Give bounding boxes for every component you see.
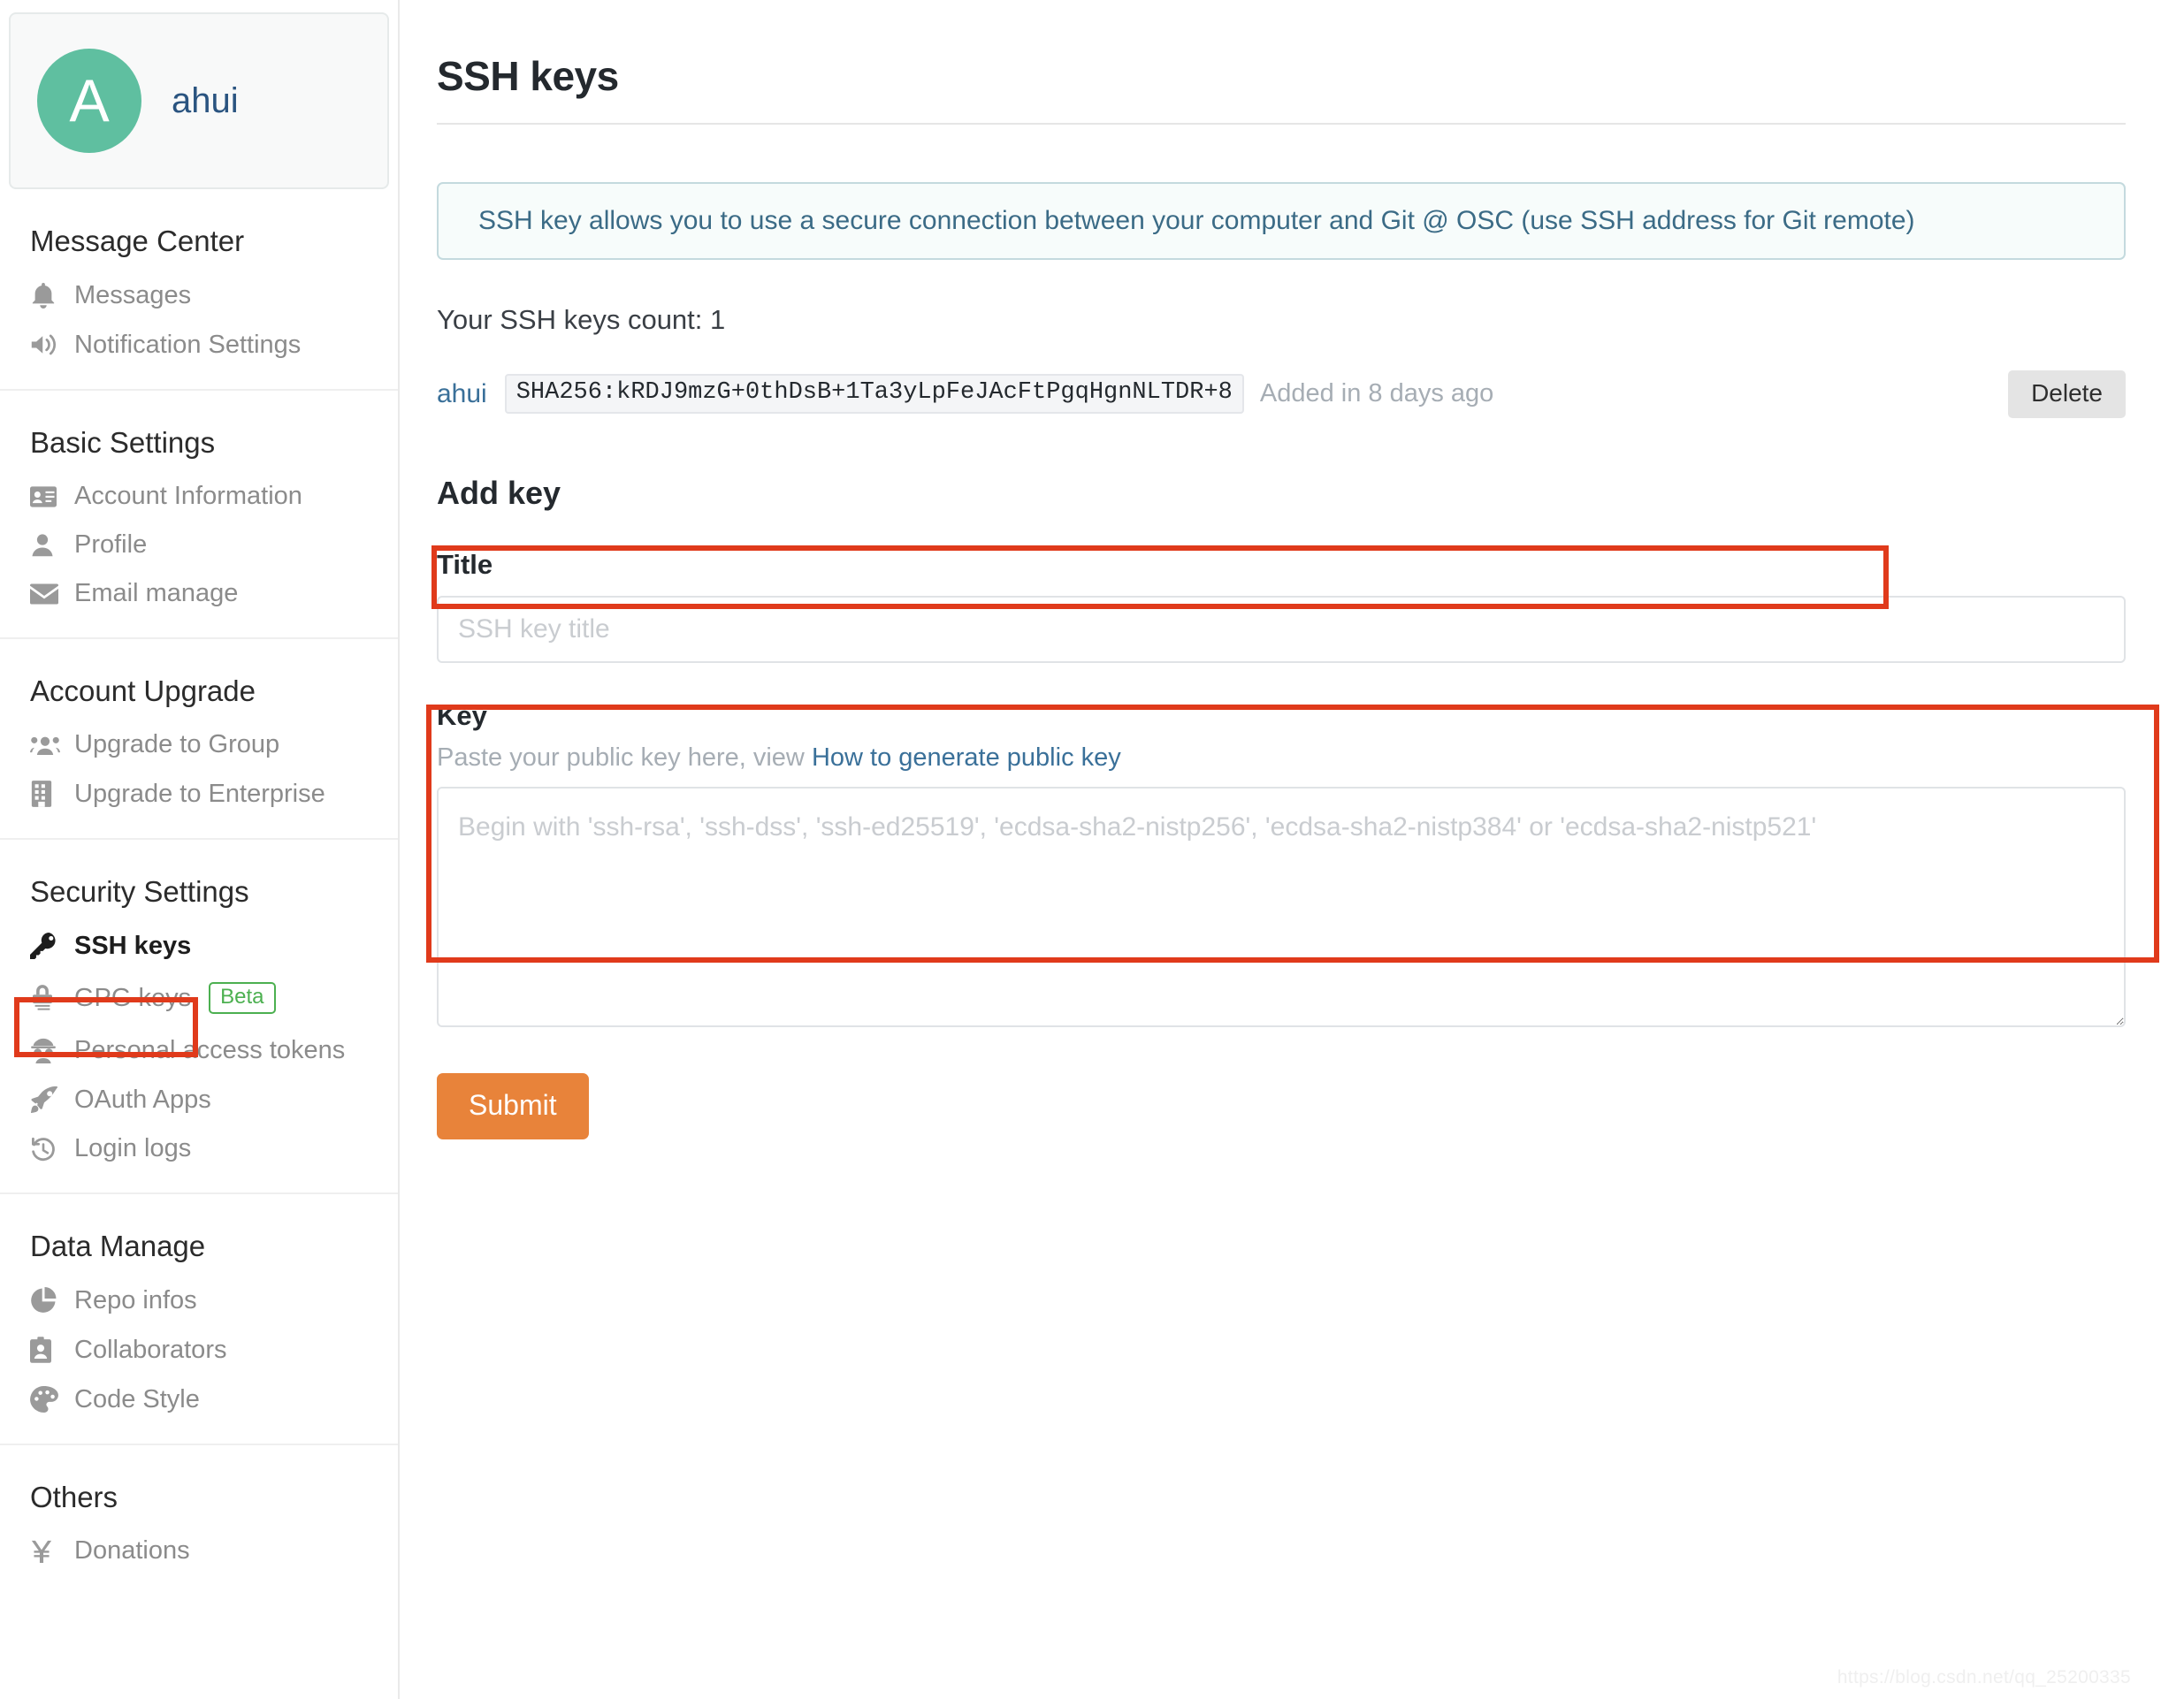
yen-icon <box>30 1539 65 1564</box>
sidebar-group-data-manage: Data Manage Repo infos Collaborators Code S… <box>0 1194 398 1445</box>
speaker-icon <box>30 331 65 358</box>
sidebar-group-security-settings: Security Settings SSH keys GPG keys Beta Per… <box>0 840 398 1194</box>
ssh-key-added-time: Added in 8 days ago <box>1259 379 1494 408</box>
keys-count: Your SSH keys count: 1 <box>437 303 726 335</box>
sidebar-item-label: Upgrade to Enterprise <box>74 779 325 808</box>
sidebar-group-title: Data Manage <box>30 1230 206 1262</box>
ssh-key-title-input[interactable] <box>437 595 2126 663</box>
history-icon <box>30 1137 65 1162</box>
sidebar-item-account-information[interactable]: Account Information <box>0 472 398 521</box>
rocket-icon <box>30 1086 65 1113</box>
sidebar-item-profile[interactable]: Profile <box>0 521 398 569</box>
sidebar-item-login-logs[interactable]: Login logs <box>0 1124 398 1173</box>
sidebar-item-label: Email manage <box>74 579 239 607</box>
sidebar-item-upgrade-to-enterprise[interactable]: Upgrade to Enterprise <box>0 769 398 819</box>
page-title: SSH keys <box>437 27 2126 125</box>
bell-icon <box>30 282 65 309</box>
sidebar-item-repo-infos[interactable]: Repo infos <box>0 1276 398 1325</box>
sidebar-item-label: Login logs <box>74 1134 192 1162</box>
sidebar-item-label: Profile <box>74 530 148 559</box>
main-content: SSH keys SSH key allows you to use a sec… <box>400 0 2184 1699</box>
how-to-generate-public-key-link[interactable]: How to generate public key <box>812 743 1121 772</box>
ssh-key-fingerprint: SHA256:kRDJ9mzG+0thDsB+1Ta3yLpFeJAcFtPgq… <box>504 374 1244 415</box>
info-banner: SSH key allows you to use a secure conne… <box>437 181 2126 260</box>
sidebar-item-code-style[interactable]: Code Style <box>0 1375 398 1424</box>
key-field-label: Key <box>437 699 487 731</box>
sidebar-item-label: Account Information <box>74 482 302 510</box>
sidebar-group-title: Message Center <box>30 225 245 257</box>
add-key-heading: Add key <box>437 474 561 511</box>
ssh-key-owner[interactable]: ahui <box>437 379 487 409</box>
badge-id-icon <box>30 1337 65 1363</box>
sidebar-item-ssh-keys[interactable]: SSH keys <box>0 921 398 971</box>
sidebar-group-basic-settings: Basic Settings Account Information Profile… <box>0 391 398 639</box>
person-icon <box>30 533 65 558</box>
sidebar-item-label: OAuth Apps <box>74 1085 211 1114</box>
sidebar-item-label: Notification Settings <box>74 330 302 359</box>
sidebar-item-upgrade-to-group[interactable]: Upgrade to Group <box>0 720 398 769</box>
sidebar-item-label: Upgrade to Group <box>74 730 280 758</box>
watermark: https://blog.csdn.net/qq_25200335 <box>1837 1667 2131 1688</box>
sidebar-group-message-center: Message Center Messages Notification Setti… <box>0 189 398 391</box>
key-help-prefix: Paste your public key here, view <box>437 743 812 772</box>
building-icon <box>30 781 65 807</box>
sidebar-item-label: Donations <box>74 1536 190 1565</box>
title-field-label: Title <box>437 548 493 580</box>
beta-badge: Beta <box>209 982 276 1014</box>
sidebar-group-title: Basic Settings <box>30 426 216 459</box>
sidebar-group-account-upgrade: Account Upgrade Upgrade to Group Upgrade t… <box>0 639 398 840</box>
users-icon <box>30 735 65 756</box>
submit-button[interactable]: Submit <box>437 1072 589 1139</box>
key-icon <box>30 933 65 959</box>
sidebar-item-label: Code Style <box>74 1384 200 1413</box>
spy-icon <box>30 1037 65 1063</box>
sidebar-item-label: Repo infos <box>74 1285 197 1314</box>
sidebar-item-oauth-apps[interactable]: OAuth Apps <box>0 1075 398 1124</box>
sidebar-group-others: Others Donations <box>0 1445 398 1595</box>
sidebar-item-email-manage[interactable]: Email manage <box>0 569 398 618</box>
sidebar-group-title: Others <box>30 1481 118 1513</box>
envelope-icon <box>30 583 65 605</box>
sidebar-group-title: Account Upgrade <box>30 674 256 707</box>
sidebar-item-notification-settings[interactable]: Notification Settings <box>0 320 398 370</box>
ssh-key-textarea[interactable] <box>437 786 2126 1027</box>
sidebar-item-collaborators[interactable]: Collaborators <box>0 1325 398 1375</box>
sidebar-item-gpg-keys[interactable]: GPG keys Beta <box>0 971 398 1025</box>
sidebar-item-label: GPG keys <box>74 983 192 1012</box>
info-banner-text: SSH key allows you to use a secure conne… <box>478 205 1915 235</box>
avatar: A <box>37 49 141 153</box>
sidebar-item-personal-access-tokens[interactable]: Personal access tokens <box>0 1025 398 1075</box>
sidebar: A ahui Message Center Messages Notificatio… <box>0 0 400 1699</box>
profile-username[interactable]: ahui <box>172 81 239 121</box>
sidebar-item-label: SSH keys <box>74 931 192 960</box>
sidebar-group-title: Security Settings <box>30 875 249 908</box>
id-card-icon <box>30 485 65 508</box>
palette-icon <box>30 1386 65 1413</box>
sidebar-item-messages[interactable]: Messages <box>0 270 398 320</box>
sidebar-item-label: Personal access tokens <box>74 1035 346 1064</box>
delete-key-button[interactable]: Delete <box>2008 370 2126 418</box>
sidebar-nav: Message Center Messages Notification Setti… <box>0 189 398 1595</box>
sidebar-item-donations[interactable]: Donations <box>0 1527 398 1575</box>
pie-chart-icon <box>30 1287 65 1314</box>
settings-page: A ahui Message Center Messages Notificatio… <box>0 0 2184 1699</box>
profile-card[interactable]: A ahui <box>9 12 389 189</box>
gpg-lock-icon <box>30 985 65 1011</box>
ssh-key-row: ahui SHA256:kRDJ9mzG+0thDsB+1Ta3yLpFeJAc… <box>437 370 2126 418</box>
key-help-text: Paste your public key here, view How to … <box>437 743 2126 773</box>
sidebar-item-label: Messages <box>74 280 192 309</box>
sidebar-item-label: Collaborators <box>74 1335 227 1364</box>
